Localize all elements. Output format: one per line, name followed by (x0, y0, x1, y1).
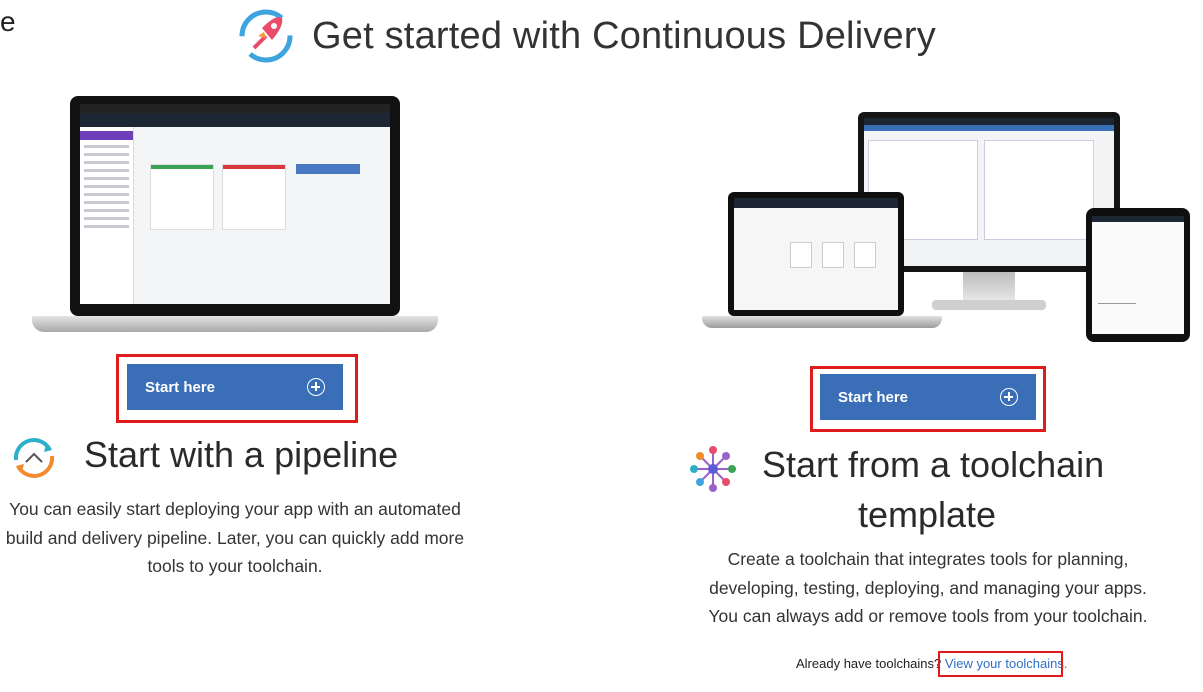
toolchain-start-label: Start here (838, 388, 909, 406)
edge-text-fragment: e (0, 6, 16, 37)
pipeline-start-label: Start here (145, 378, 216, 396)
view-toolchains-highlight (938, 651, 1063, 677)
already-text: Already have toolchains? (796, 656, 942, 671)
pipeline-desc-line: tools to your toolchain. (147, 556, 323, 576)
toolchain-desc-line: Create a toolchain that integrates tools… (727, 549, 1129, 569)
toolchain-start-button[interactable]: Start here (820, 374, 1036, 420)
toolchain-network-icon (690, 446, 736, 492)
pipeline-desc-line: build and delivery pipeline. Later, you … (5, 527, 465, 548)
pipeline-laptop-image (32, 96, 438, 332)
pipeline-description: You can easily start deploying your app … (0, 495, 470, 581)
pipeline-desc-line: You can easily start deploying your app … (9, 499, 461, 519)
page-title: Get started with Continuous Delivery (312, 14, 936, 57)
toolchain-title-line1: Start from a toolchain (762, 444, 1105, 485)
pipeline-start-button[interactable]: Start here (127, 364, 343, 410)
plus-circle-icon (307, 378, 325, 396)
page-header: Get started with Continuous Delivery (236, 4, 936, 68)
toolchain-title-line2: template (858, 494, 997, 535)
toolchain-desc-line: You can always add or remove tools from … (708, 606, 1148, 626)
toolchain-devices-image (698, 108, 1194, 344)
plus-circle-icon (1000, 388, 1018, 406)
rocket-cycle-icon (239, 9, 293, 63)
toolchain-description: Create a toolchain that integrates tools… (690, 545, 1166, 631)
toolchain-desc-line: developing, testing, deploying, and mana… (709, 577, 1147, 598)
pipeline-cycle-icon (13, 438, 55, 478)
pipeline-title: Start with a pipeline (84, 434, 399, 475)
